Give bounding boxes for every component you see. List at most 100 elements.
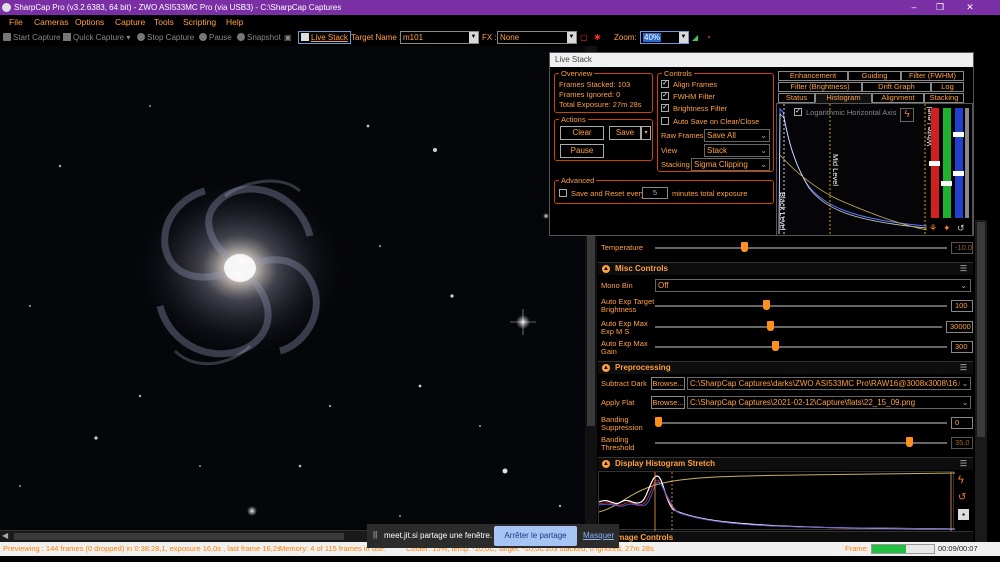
menu-capture[interactable]: Capture (115, 15, 145, 29)
auto-exp-max-ms-thumb[interactable] (767, 321, 774, 331)
menu-tools[interactable]: Tools (154, 15, 174, 29)
auto-exp-max-gain-slider[interactable] (655, 346, 947, 348)
zoom-select[interactable]: 40% ▼ (640, 31, 689, 44)
stop-sharing-button[interactable]: Arrêter le partage (494, 526, 577, 546)
auto-exp-max-gain-thumb[interactable] (771, 341, 779, 351)
tab-guiding[interactable]: Guiding (848, 71, 901, 81)
tab-drift-graph[interactable]: Drift Graph (862, 82, 931, 92)
capture-view[interactable] (0, 46, 585, 530)
histogram-icon[interactable]: ◢ (692, 29, 698, 46)
rgb-level-sliders[interactable] (927, 106, 971, 221)
tab-alignment[interactable]: Alignment (872, 93, 924, 103)
save-button[interactable]: Save (609, 126, 641, 140)
fx-select[interactable]: None ▼ (497, 31, 577, 44)
temperature-slider[interactable] (655, 247, 947, 249)
menu-options[interactable]: Options (75, 15, 104, 29)
stop-capture-button[interactable]: Stop Capture (137, 29, 194, 46)
scroll-left-icon[interactable]: ◀ (2, 531, 8, 540)
snapshot-options-icon[interactable]: ▣ (284, 29, 296, 46)
save-reset-input[interactable]: 5 (642, 187, 668, 199)
refresh-icon[interactable]: ◔ (706, 29, 711, 46)
start-capture-button[interactable]: Start Capture (3, 29, 61, 46)
menu-cameras[interactable]: Cameras (34, 15, 68, 29)
stack-histogram-graph[interactable] (777, 104, 927, 235)
target-name-input[interactable]: m101 ▼ (400, 31, 479, 44)
auto-save-checkbox[interactable] (661, 117, 669, 125)
view-select[interactable]: Stack ⌄ (704, 144, 770, 157)
close-button[interactable]: ✕ (958, 0, 982, 15)
auto-exp-max-ms-value[interactable]: 30000 (946, 321, 973, 333)
display-stretch-histogram[interactable] (598, 471, 956, 531)
stacking-value: Sigma Clipping (694, 160, 748, 169)
reset-levels-icon[interactable]: ↺ (957, 223, 965, 234)
subtract-dark-select[interactable]: C:\SharpCap Captures\darks\ZWO ASI533MC … (687, 377, 971, 390)
reset-stretch-icon[interactable]: ↺ (958, 492, 966, 503)
misc-controls-header[interactable]: ▲ Misc Controls ☰ (598, 262, 973, 275)
snapshot-button[interactable]: Snapshot (237, 29, 281, 46)
log-axis-checkbox[interactable]: ✓ (794, 108, 802, 116)
banding-suppression-thumb[interactable] (655, 417, 662, 427)
apply-flat-select[interactable]: C:\SharpCap Captures\2021-02-12\Capture\… (687, 396, 971, 409)
toolbar: Start Capture Quick Capture ▾ Stop Captu… (0, 29, 1000, 46)
auto-exp-max-gain-value[interactable]: 300 (951, 341, 973, 353)
tab-histogram[interactable]: Histogram (815, 93, 872, 103)
auto-exp-max-ms-slider[interactable] (655, 326, 942, 328)
brightness-filter-checkbox[interactable]: ✓ (661, 104, 669, 112)
banding-threshold-slider[interactable] (655, 442, 947, 444)
banding-suppression-slider[interactable] (655, 422, 947, 424)
pause-stack-button[interactable]: Pause (560, 144, 604, 158)
log-axis-label: Logarithmic Horizontal Axis (806, 108, 897, 117)
clear-button[interactable]: Clear (560, 126, 604, 140)
stacking-select[interactable]: Sigma Clipping ⌄ (691, 158, 770, 171)
subtract-dark-browse-button[interactable]: Browse... (651, 377, 685, 390)
tab-stacking[interactable]: Stacking (924, 93, 964, 103)
align-frames-checkbox[interactable]: ✓ (661, 80, 669, 88)
tab-log[interactable]: Log (931, 82, 964, 92)
chevron-down-icon: ▼ (679, 32, 688, 43)
tab-enhancement[interactable]: Enhancement (778, 71, 848, 81)
preprocessing-header[interactable]: ▲ Preprocessing ☰ (598, 361, 973, 374)
menu-help[interactable]: Help (226, 15, 243, 29)
mono-bin-select[interactable]: Off ⌄ (655, 279, 971, 292)
target-name-value: m101 (403, 33, 424, 42)
reticle-icon[interactable]: ✱ (594, 29, 601, 46)
frames-stacked: Frames Stacked: 103 (559, 80, 631, 89)
auto-color-icon[interactable]: ✦ (943, 223, 951, 234)
minimize-button[interactable]: – (902, 0, 926, 15)
tab-filter-brightness[interactable]: Filter (Brightness) (778, 82, 862, 92)
raw-frames-select[interactable]: Save All ⌄ (704, 129, 770, 142)
pause-button[interactable]: Pause (199, 29, 232, 46)
frame-progress-fill (872, 545, 907, 553)
auto-exp-target-value[interactable]: 100 (951, 300, 973, 312)
hide-share-link[interactable]: Masquer (583, 531, 614, 540)
menu-scripting[interactable]: Scripting (183, 15, 216, 29)
auto-stretch-icon[interactable]: ϟ (958, 474, 964, 486)
image-controls-header[interactable]: ▲ Image Controls (598, 531, 973, 542)
maximize-button[interactable]: ❐ (928, 0, 952, 15)
save-options-button[interactable]: ▾ (641, 126, 651, 140)
banding-suppression-value[interactable]: 0 (951, 417, 973, 429)
live-stack-button[interactable]: Live Stack (298, 31, 351, 44)
chevron-down-icon: ⌄ (760, 131, 767, 140)
color-balance-icon[interactable]: ⚘ (929, 223, 937, 234)
tab-status[interactable]: Status (778, 93, 815, 103)
tab-filter-fwhm[interactable]: Filter (FWHM) (901, 71, 964, 81)
menu-icon[interactable]: ☰ (960, 458, 967, 470)
save-icon[interactable]: ▪ (958, 509, 969, 520)
save-reset-checkbox[interactable] (559, 189, 567, 197)
record-icon[interactable]: ▢ (580, 29, 588, 46)
temperature-slider-thumb[interactable] (740, 242, 748, 252)
apply-flat-browse-button[interactable]: Browse... (651, 396, 685, 409)
auto-exp-target-slider[interactable] (655, 305, 947, 307)
menu-file[interactable]: File (9, 15, 23, 29)
menu-icon[interactable]: ☰ (960, 263, 967, 275)
display-histogram-stretch-header[interactable]: ▲ Display Histogram Stretch ☰ (598, 457, 973, 470)
quick-capture-button[interactable]: Quick Capture ▾ (63, 29, 130, 46)
menu-icon[interactable]: ☰ (960, 362, 967, 374)
auto-level-icon[interactable]: ϟ (900, 108, 914, 122)
control-panel-scrollbar[interactable] (975, 220, 987, 542)
save-reset-suffix: minutes total exposure (672, 189, 748, 198)
auto-exp-target-thumb[interactable] (763, 300, 771, 310)
fwhm-filter-checkbox[interactable]: ✓ (661, 92, 669, 100)
banding-threshold-thumb[interactable] (905, 437, 913, 447)
